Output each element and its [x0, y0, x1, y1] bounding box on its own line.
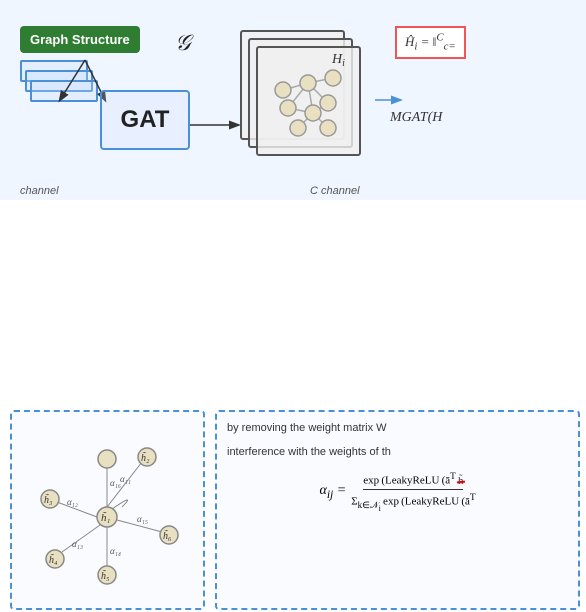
attention-graph-box: h̃₁ h̃₂ α₁₁ h̃₃ α₁₂ h̃₄ α₁₃ — [10, 410, 205, 610]
svg-text:α₁₁: α₁₁ — [120, 474, 131, 484]
svg-text:h̃₃: h̃₃ — [44, 493, 53, 506]
matrices-to-formula-arrow — [375, 90, 405, 110]
matrix-layer-front: Hi — [256, 46, 361, 156]
mgat-label: MGAT(H — [390, 110, 442, 126]
formula-description-2: interference with the weights of th — [227, 444, 568, 462]
denominator: Σk∈𝒩i exp (LeakyReLU (āT — [351, 490, 475, 513]
svg-text:Hi: Hi — [331, 52, 345, 69]
channel-label-right: C channel — [310, 185, 360, 197]
numerator: exp (LeakyReLU (āT h̃ — [363, 471, 463, 490]
bottom-section: h̃₁ h̃₂ α₁₁ h̃₃ α₁₂ h̃₄ α₁₃ — [0, 200, 586, 536]
gat-box: GAT — [100, 90, 190, 150]
inner-graph-svg: Hi — [258, 48, 358, 153]
formula-area: by removing the weight matrix W interfer… — [215, 410, 580, 610]
svg-text:h̃₄: h̃₄ — [49, 553, 58, 566]
main-container: Graph Structure 𝒢 GAT — [0, 0, 586, 536]
graph-structure-box: Graph Structure — [20, 26, 140, 53]
alpha-formula: αij = exp (LeakyReLU (āT h̃ Σk∈𝒩i exp (L… — [227, 471, 568, 512]
svg-text:h̃₅: h̃₅ — [101, 569, 110, 582]
svg-text:α₁₄: α₁₄ — [110, 546, 121, 556]
svg-text:α₁₃: α₁₃ — [72, 539, 83, 549]
channel-label-left: channel — [20, 185, 59, 197]
svg-text:α₁₂: α₁₂ — [67, 497, 78, 507]
svg-text:α₁₅: α₁₅ — [137, 514, 148, 524]
alpha-symbol: αij = — [319, 483, 346, 501]
fraction: exp (LeakyReLU (āT h̃ Σk∈𝒩i exp (LeakyRe… — [351, 471, 475, 512]
svg-text:h̃₂: h̃₂ — [141, 451, 150, 464]
output-matrices: Hi — [240, 30, 350, 170]
svg-text:α₁₆: α₁₆ — [110, 478, 121, 488]
svg-text:h̃₁: h̃₁ — [101, 511, 111, 524]
g-symbol: 𝒢 — [175, 30, 191, 56]
output-formula-box: Ĥi = ‖Cc= — [395, 26, 466, 59]
formula-description-1: by removing the weight matrix W — [227, 420, 568, 438]
attention-graph-svg: h̃₁ h̃₂ α₁₁ h̃₃ α₁₂ h̃₄ α₁₃ — [12, 412, 202, 607]
